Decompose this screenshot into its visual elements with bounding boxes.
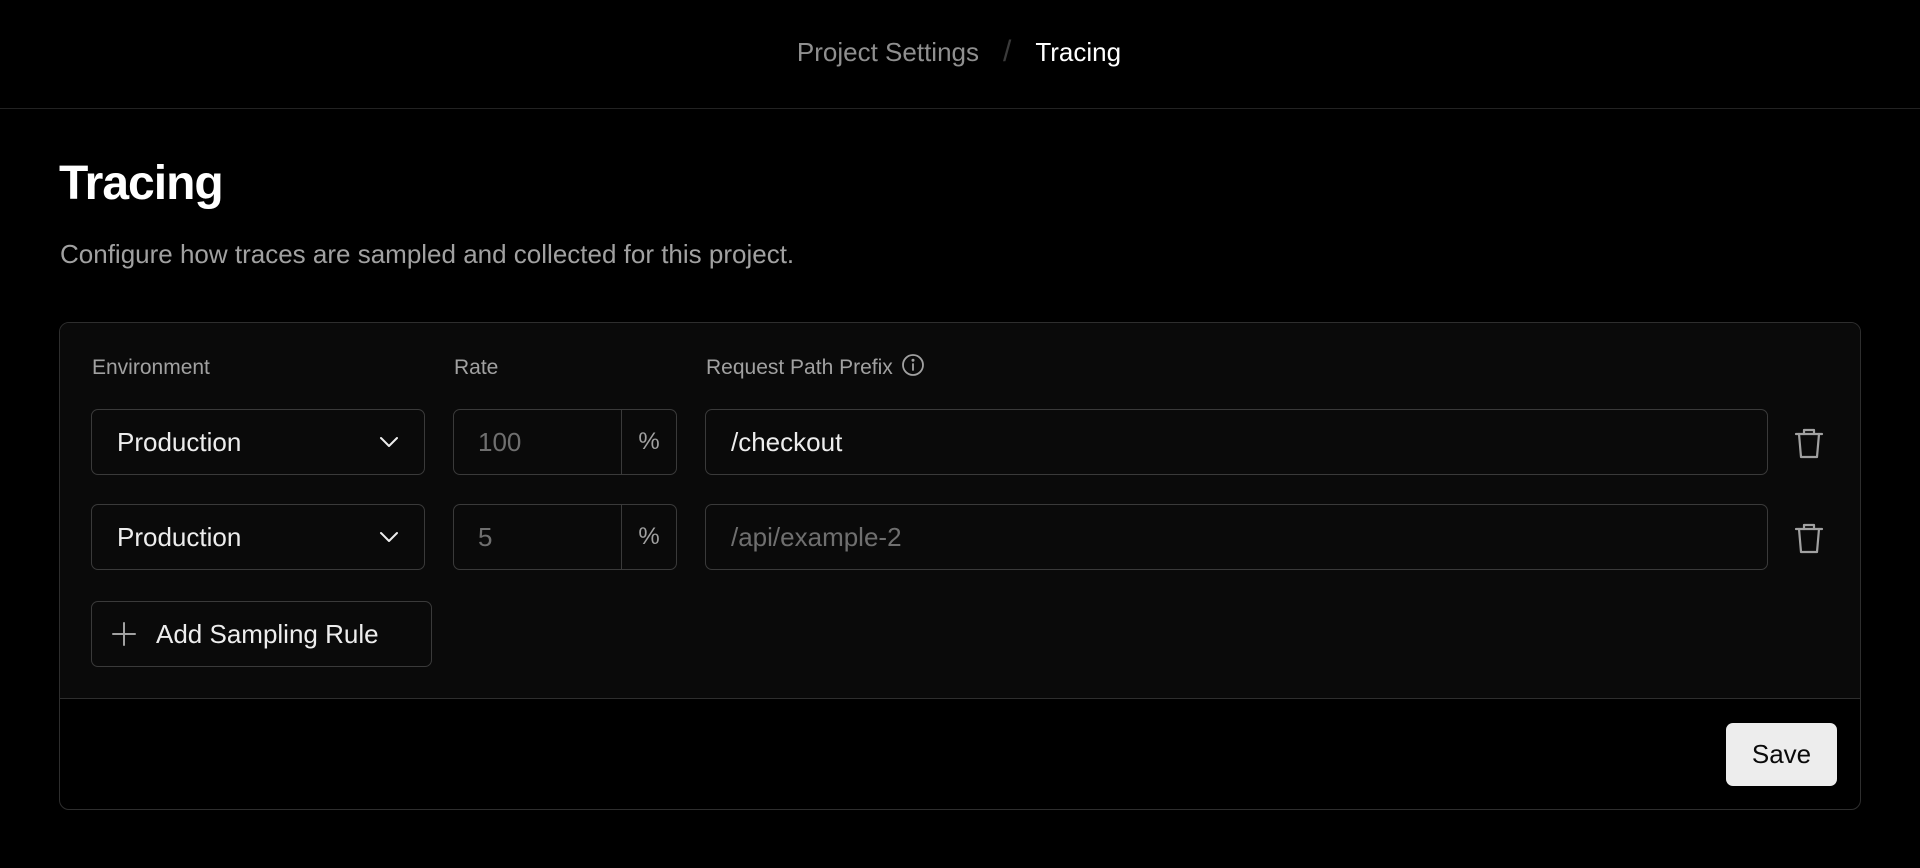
rate-input-group: % xyxy=(453,409,677,475)
save-button[interactable]: Save xyxy=(1726,723,1837,786)
rate-input[interactable] xyxy=(454,505,621,569)
rate-input-group: % xyxy=(453,504,677,570)
add-sampling-rule-label: Add Sampling Rule xyxy=(156,618,379,649)
sampling-rules-body: Environment Rate Request Path Prefix Pro… xyxy=(60,323,1860,699)
rate-percent-suffix: % xyxy=(621,505,676,569)
top-bar: Project Settings / Tracing xyxy=(0,0,1920,109)
sampling-rule-row: Production % xyxy=(60,504,1860,570)
environment-select[interactable]: Production xyxy=(91,409,425,475)
delete-rule-button[interactable] xyxy=(1791,425,1827,461)
trash-icon xyxy=(1794,523,1824,554)
rate-percent-suffix: % xyxy=(621,410,676,474)
sampling-rules-card: Environment Rate Request Path Prefix Pro… xyxy=(59,322,1861,810)
rate-label-text: Rate xyxy=(454,356,499,379)
rate-column-label: Rate xyxy=(454,356,498,380)
trash-icon xyxy=(1794,428,1824,459)
environment-label-text: Environment xyxy=(92,356,210,379)
delete-rule-button[interactable] xyxy=(1791,520,1827,556)
add-sampling-rule-button[interactable]: Add Sampling Rule xyxy=(91,601,432,667)
sampling-rule-row: Production % xyxy=(60,409,1860,475)
environment-select[interactable]: Production xyxy=(91,504,425,570)
path-prefix-input[interactable] xyxy=(705,409,1768,475)
breadcrumb-separator: / xyxy=(1003,35,1012,68)
breadcrumb-project-settings[interactable]: Project Settings xyxy=(797,37,979,68)
chevron-down-icon xyxy=(380,532,398,542)
rate-input[interactable] xyxy=(454,410,621,474)
path-prefix-input[interactable] xyxy=(705,504,1768,570)
plus-icon xyxy=(112,622,136,646)
environment-column-label: Environment xyxy=(92,356,210,380)
breadcrumb: Project Settings / Tracing xyxy=(797,35,1121,69)
chevron-down-icon xyxy=(380,437,398,447)
breadcrumb-current-page: Tracing xyxy=(1035,36,1122,67)
environment-select-value: Production xyxy=(117,426,242,457)
page-title: Tracing xyxy=(59,157,224,210)
path-prefix-column-label: Request Path Prefix xyxy=(706,353,925,380)
info-icon[interactable] xyxy=(901,353,925,377)
environment-select-value: Production xyxy=(117,521,242,552)
page-description: Configure how traces are sampled and col… xyxy=(60,239,795,269)
path-prefix-label-text: Request Path Prefix xyxy=(706,356,893,379)
